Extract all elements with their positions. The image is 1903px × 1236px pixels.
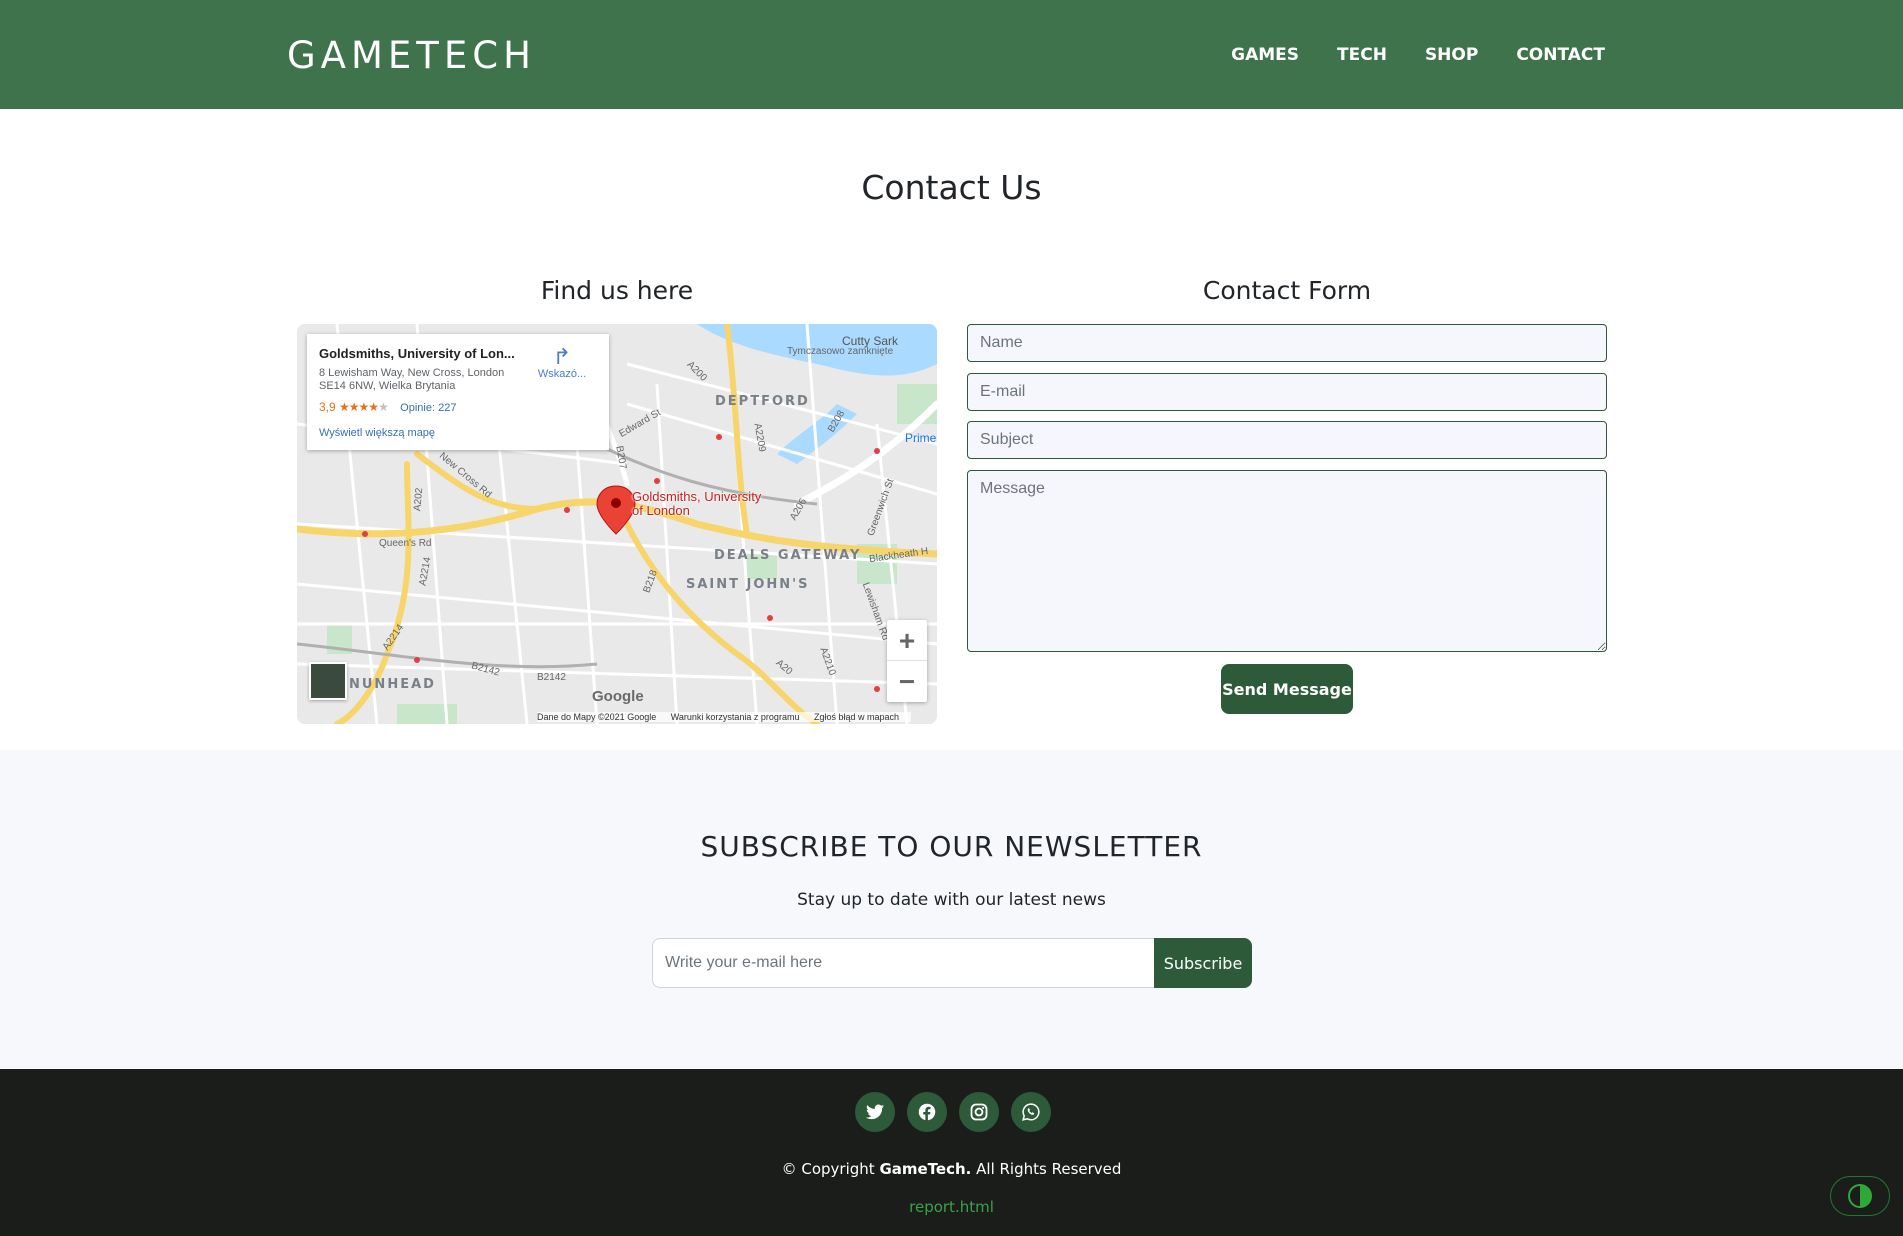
map-area-label: DEPTFORD — [715, 394, 810, 409]
nav-link-contact[interactable]: CONTACT — [1516, 45, 1605, 65]
footer: © Copyright GameTech. All Rights Reserve… — [0, 1069, 1903, 1236]
contact-form-title: Contact Form — [1202, 276, 1372, 305]
map-bigger-link[interactable]: Wyświetl większą mapę — [319, 427, 597, 439]
map-directions-button[interactable]: ↱ Wskazó... — [537, 344, 587, 381]
send-message-button[interactable]: Send Message — [1221, 664, 1353, 714]
nav-links: GAMES TECH SHOP CONTACT — [1193, 45, 1605, 65]
directions-icon: ↱ — [552, 344, 572, 369]
copyright-prefix: © Copyright — [781, 1160, 875, 1178]
map-area-label: DEALS GATEWAY — [714, 548, 862, 563]
map-section-title: Find us here — [540, 276, 694, 305]
facebook-icon[interactable] — [907, 1092, 947, 1132]
map-place-rating-row: 3,9 ★★★★★ Opinie: 227 — [319, 400, 597, 414]
star-rating-icon: ★★★★ — [339, 400, 379, 414]
navbar: GAMETECH GAMES TECH SHOP CONTACT — [0, 0, 1903, 109]
subscribe-button[interactable]: Subscribe — [1154, 938, 1252, 988]
social-links — [855, 1092, 1051, 1132]
map-data-credit: Dane do Mapy ©2021 Google — [537, 712, 657, 722]
nav-link-games[interactable]: GAMES — [1231, 45, 1299, 65]
whatsapp-icon[interactable] — [1011, 1092, 1051, 1132]
zoom-in-icon[interactable]: + — [887, 620, 927, 661]
newsletter-subtitle: Stay up to date with our latest news — [797, 890, 1106, 910]
newsletter-email-input[interactable] — [652, 938, 1155, 988]
page-title: Contact Us — [861, 168, 1042, 207]
twitter-icon[interactable] — [855, 1092, 895, 1132]
map-satellite-toggle[interactable] — [309, 662, 347, 700]
subject-field[interactable] — [967, 421, 1607, 459]
map-road-label: B2142 — [537, 672, 566, 683]
map-area-label: SAINT JOHN'S — [686, 577, 810, 592]
map-terms-link[interactable]: Warunki korzystania z programu — [671, 712, 800, 722]
map-place-reviews[interactable]: Opinie: 227 — [400, 402, 456, 414]
map-directions-label: Wskazó... — [537, 368, 587, 380]
report-link[interactable]: report.html — [0, 1198, 1903, 1216]
copyright-suffix: All Rights Reserved — [976, 1160, 1122, 1178]
newsletter-section: SUBSCRIBE TO OUR NEWSLETTER Stay up to d… — [0, 750, 1903, 1069]
theme-toggle-button[interactable] — [1830, 1176, 1890, 1216]
nav-link-tech[interactable]: TECH — [1337, 45, 1387, 65]
map-report-link[interactable]: Zgłoś błąd w mapach — [814, 712, 899, 722]
zoom-out-icon[interactable]: − — [887, 661, 927, 702]
message-field[interactable] — [967, 470, 1607, 652]
map-place-rating: 3,9 — [319, 400, 336, 414]
map-footer: Dane do Mapy ©2021 Google Warunki korzys… — [537, 712, 912, 722]
email-field[interactable] — [967, 373, 1607, 411]
instagram-icon[interactable] — [959, 1092, 999, 1132]
map-place-address: 8 Lewisham Way, New Cross, London SE14 6… — [319, 367, 505, 392]
map-road-label: Queen's Rd — [379, 538, 432, 549]
map-pin-label: Goldsmiths, University of London — [632, 489, 762, 518]
nav-link-shop[interactable]: SHOP — [1425, 45, 1478, 65]
map-poi-label: Tymczasowo zamknięte — [787, 346, 894, 357]
map-road-label: A202 — [412, 487, 426, 512]
name-field[interactable] — [967, 324, 1607, 362]
star-empty-icon: ★ — [378, 400, 389, 414]
brand-logo[interactable]: GAMETECH — [287, 34, 536, 77]
embedded-map[interactable]: DEPTFORD DEALS GATEWAY SAINT JOHN'S NUNH… — [297, 324, 937, 724]
copyright: © Copyright GameTech. All Rights Reserve… — [0, 1160, 1903, 1178]
newsletter-title: SUBSCRIBE TO OUR NEWSLETTER — [700, 830, 1203, 863]
map-zoom-controls: + − — [887, 620, 927, 702]
contrast-icon — [1848, 1184, 1872, 1208]
map-place-card: Goldsmiths, University of Lon... 8 Lewis… — [307, 334, 609, 450]
google-logo: Google — [592, 688, 644, 705]
copyright-brand: GameTech. — [879, 1160, 972, 1178]
map-area-label: NUNHEAD — [349, 677, 436, 692]
map-poi-label: Prime — [905, 431, 937, 445]
